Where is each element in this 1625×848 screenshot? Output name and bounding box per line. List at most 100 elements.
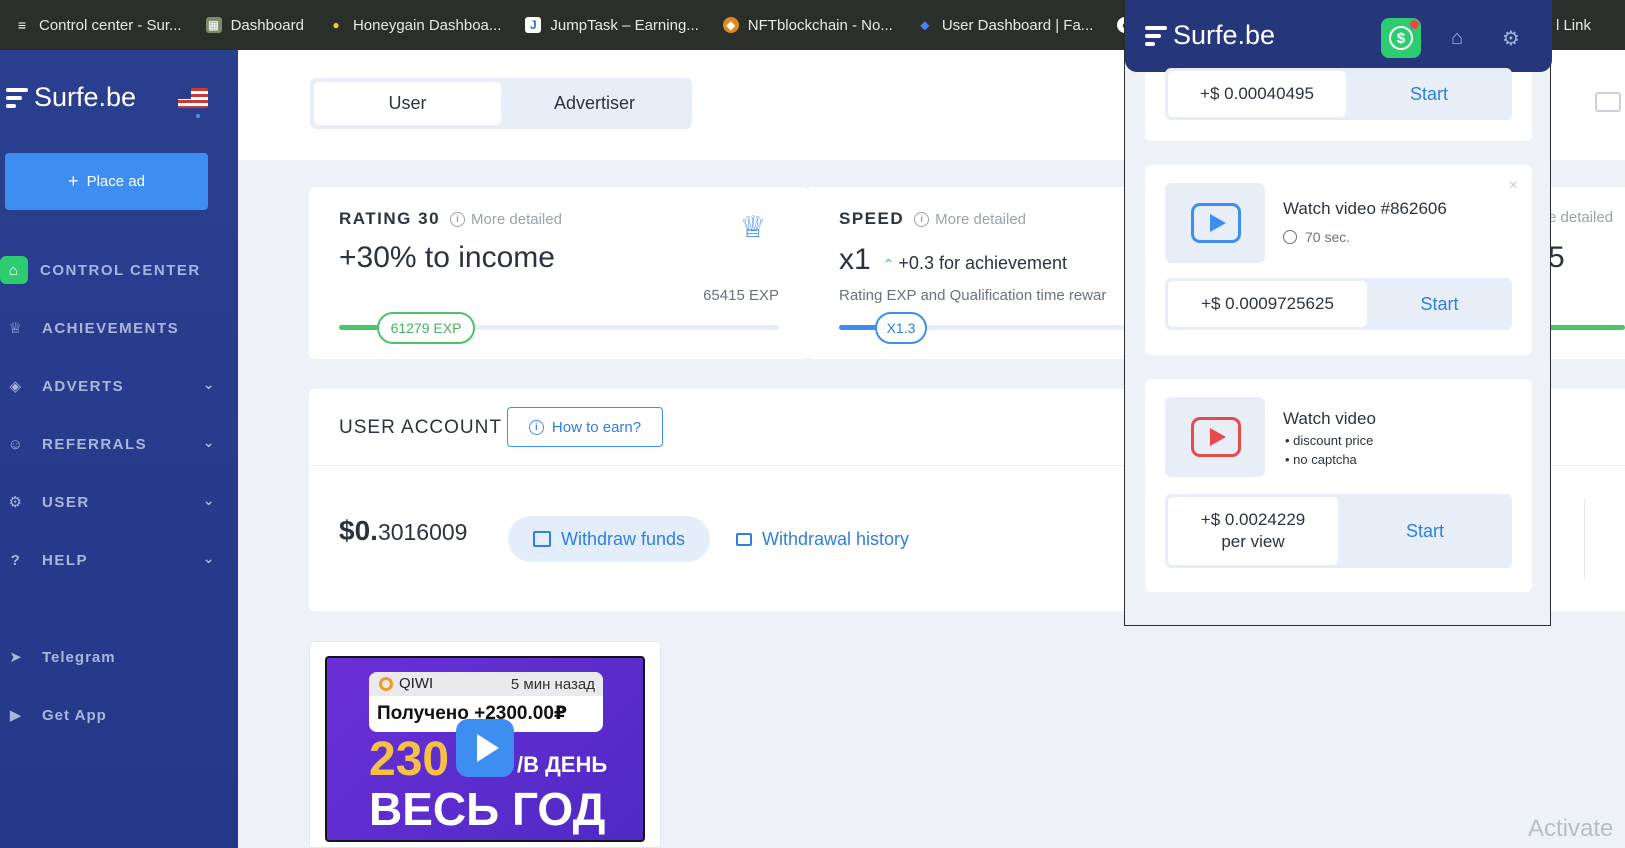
ad-action-row: +$ 0.00040495 Start [1165, 68, 1512, 120]
info-icon: i [450, 211, 466, 227]
qiwi-time: 5 мин назад [510, 676, 595, 693]
play-icon [477, 734, 499, 762]
third-stat-card: e detailed 5 [1548, 187, 1625, 359]
nav-telegram[interactable]: ➤ Telegram [0, 637, 238, 677]
close-icon[interactable]: × [1509, 177, 1518, 195]
rating-card: RATING 30 i More detailed +30% to income… [309, 187, 809, 359]
extension-popup: Surfe.be $ ⌂ ⚙ +$ 0.00040495 Start × Wat… [1124, 0, 1552, 626]
nav-user[interactable]: ⚙ USER ⌄ [0, 482, 238, 522]
tab-user[interactable]: User [314, 82, 501, 125]
play-button[interactable] [456, 719, 514, 777]
start-button[interactable]: Start [1338, 494, 1512, 568]
withdrawal-history-label: Withdrawal history [762, 528, 910, 549]
more-detailed-label: More detailed [935, 210, 1027, 228]
bookmark-user-dashboard[interactable]: ◆ User Dashboard | Fa... [905, 0, 1105, 50]
chat-icon[interactable] [1595, 92, 1621, 112]
promo-all-year: ВЕСЬ ГОД [369, 783, 606, 835]
wallet-icon [532, 531, 551, 547]
video-bullet: • discount price [1285, 433, 1374, 448]
more-detailed-label: More detailed [471, 210, 562, 228]
play-store-icon: ▶ [9, 707, 23, 724]
rating-income: +30% to income [339, 241, 555, 274]
tab-advertiser[interactable]: Advertiser [501, 82, 688, 125]
speed-more-link[interactable]: i More detailed [904, 211, 1026, 228]
bookmark-jumptask[interactable]: J JumpTask – Earning... [513, 0, 710, 50]
logo-text: Surfe.be [34, 82, 137, 112]
nav-achievements[interactable]: ♕ ACHIEVEMENTS [0, 308, 238, 348]
bookmark-dashboard[interactable]: ▦ Dashboard [194, 0, 316, 50]
nav-label: ACHIEVEMENTS [42, 319, 180, 337]
notification-dot [1410, 20, 1419, 29]
bookmark-control-center[interactable]: ≡ Control center - Sur... [2, 0, 194, 50]
withdraw-funds-button[interactable]: Withdraw funds [508, 516, 710, 562]
third-progress-fill [1548, 325, 1625, 330]
qiwi-label: QIWI [399, 675, 434, 692]
how-to-earn-label: How to earn? [551, 418, 642, 436]
bookmark-honeygain[interactable]: ● Honeygain Dashboa... [316, 0, 513, 50]
promo-video-card: QIWI 5 мин назад Получено +2300.00₽ 230 … [309, 641, 661, 848]
video-thumbnail [1165, 397, 1265, 477]
speed-multiplier-pill: X1.3 [875, 312, 927, 344]
place-ad-button[interactable]: + Place ad [5, 153, 208, 210]
popup-header: Surfe.be $ ⌂ ⚙ [1125, 0, 1552, 72]
question-icon: ? [10, 551, 22, 569]
ad-action-row: +$ 0.0009725625 Start [1165, 278, 1512, 330]
balance: $0.3016009 [339, 515, 467, 547]
info-icon: i [914, 211, 930, 227]
promo-thumbnail[interactable]: QIWI 5 мин назад Получено +2300.00₽ 230 … [325, 656, 645, 842]
video-play-icon [1191, 203, 1241, 243]
reward-amount: +$ 0.0024229 [1200, 509, 1306, 529]
plus-icon: + [68, 171, 79, 191]
youtube-play-icon [1191, 417, 1241, 457]
nav-adverts[interactable]: ◈ ADVERTS ⌄ [0, 366, 238, 406]
bookmark-label: Dashboard [230, 16, 304, 34]
bookmark-label: Honeygain Dashboa... [352, 16, 502, 34]
sidebar: Surfe.be + Place ad ⌂ CONTROL CENTER ♕ A… [0, 50, 238, 848]
nav-get-app[interactable]: ▶ Get App [0, 695, 238, 735]
nav-label: HELP [42, 551, 89, 569]
how-to-earn-button[interactable]: i How to earn? [507, 407, 663, 447]
speed-multiplier: x1 [839, 243, 871, 276]
reward-unit: per view [1221, 532, 1285, 551]
honeygain-icon: ● [332, 18, 340, 32]
nav-control-center[interactable]: ⌂ CONTROL CENTER [0, 250, 238, 290]
home-icon[interactable]: ⌂ [1443, 24, 1471, 52]
us-flag-icon[interactable] [178, 88, 208, 108]
activate-windows-watermark: Activate [1528, 815, 1614, 842]
withdrawal-history-link[interactable]: Withdrawal history [736, 516, 909, 562]
nav-label: CONTROL CENTER [40, 261, 201, 279]
nav-label: USER [42, 493, 90, 511]
bookmark-link[interactable]: l Link [1556, 0, 1591, 50]
start-button[interactable]: Start [1346, 68, 1512, 120]
chevron-down-icon: ⌄ [202, 434, 216, 450]
home-icon: ⌂ [0, 256, 28, 284]
more-detailed-label[interactable]: e detailed [1548, 209, 1613, 226]
ad-card-watch-video: Watch video • discount price • no captch… [1145, 379, 1532, 592]
bookmark-nftblockchain[interactable]: ◆ NFTblockchain - No... [711, 0, 905, 50]
bookmark-label: JumpTask – Earning... [550, 16, 699, 34]
third-progress-track [1548, 325, 1625, 330]
video-thumbnail [1165, 183, 1265, 263]
users-icon: ☺ [7, 435, 25, 453]
start-button[interactable]: Start [1367, 278, 1512, 330]
balance-rest: 3016009 [377, 519, 468, 545]
user-account-title: USER ACCOUNT [339, 417, 502, 438]
ad-reward: +$ 0.0024229 per view [1168, 497, 1338, 565]
bullet-text: no captcha [1293, 452, 1357, 467]
bullet-text: discount price [1293, 433, 1374, 448]
rating-more-link[interactable]: i More detailed [440, 211, 562, 228]
trophy-icon: ♕ [739, 210, 767, 244]
trophy-icon: ♕ [8, 320, 24, 337]
logo-icon [6, 87, 30, 108]
nav-help[interactable]: ? HELP ⌄ [0, 540, 238, 580]
logo[interactable]: Surfe.be [6, 82, 136, 113]
nav-label: ADVERTS [42, 377, 125, 395]
popup-logo[interactable]: Surfe.be [1145, 20, 1275, 51]
telegram-icon: ➤ [9, 649, 23, 666]
ad-card-previous: +$ 0.00040495 Start [1145, 68, 1532, 141]
withdraw-funds-label: Withdraw funds [560, 528, 686, 549]
gear-icon[interactable]: ⚙ [1497, 24, 1525, 52]
video-duration: 70 sec. [1305, 229, 1351, 245]
bookmark-label: NFTblockchain - No... [747, 16, 893, 34]
nav-referrals[interactable]: ☺ REFERRALS ⌄ [0, 424, 238, 464]
